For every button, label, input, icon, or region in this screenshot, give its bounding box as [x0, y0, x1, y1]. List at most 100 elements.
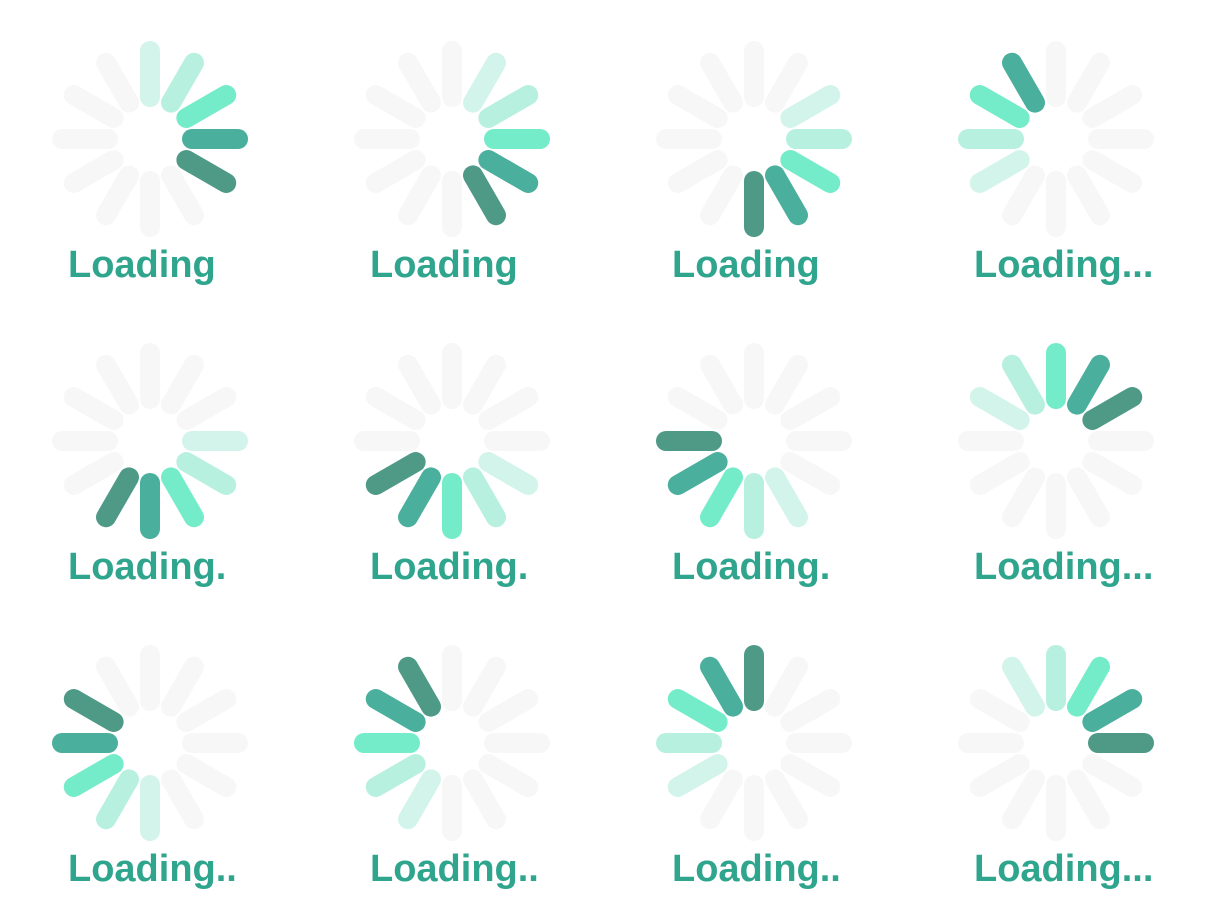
spinner-bar-active	[765, 467, 808, 528]
spinner-bar-inactive	[700, 354, 743, 415]
loading-label: Loading..	[370, 848, 539, 890]
spinner-bar-inactive	[365, 85, 426, 128]
spinner-bar-inactive	[1002, 467, 1045, 528]
spinner-bar-inactive	[1002, 769, 1045, 830]
spinner-bar-inactive	[667, 150, 728, 193]
spinner-bar-inactive	[667, 85, 728, 128]
loading-label: Loading	[672, 244, 820, 286]
loading-label: Loading.	[672, 546, 831, 588]
spinner-bar-inactive	[1082, 754, 1143, 797]
spinner-bar-inactive	[176, 754, 237, 797]
loading-label: Loading.	[68, 546, 227, 588]
loading-spinner-grid: Loading Loading Loading Loading... Loadi…	[0, 0, 1208, 906]
spinner-bar-active	[176, 150, 237, 193]
spinner-bar-inactive	[780, 689, 841, 732]
spinner-bar-active	[365, 452, 426, 495]
spinner-bar-inactive	[700, 52, 743, 113]
loading-spinner-tile: Loading	[302, 0, 604, 302]
spinner-bar-active	[463, 52, 506, 113]
spinner-bar-active	[478, 150, 539, 193]
loading-spinner-tile: Loading.	[604, 302, 906, 604]
spinner-bar-inactive	[161, 656, 204, 717]
spinner-bar-inactive	[365, 150, 426, 193]
spinner-bar-inactive	[700, 769, 743, 830]
loading-spinner-tile: Loading.	[302, 302, 604, 604]
spinner-bar-active	[176, 452, 237, 495]
spinner-bar-inactive	[161, 769, 204, 830]
spinner-bar-active	[765, 165, 808, 226]
loading-spinner-tile: Loading...	[906, 302, 1208, 604]
loading-spinner-tile: Loading...	[906, 604, 1208, 906]
spinner-bar-active	[780, 85, 841, 128]
loading-label: Loading...	[974, 244, 1154, 286]
loading-spinner-tile: Loading..	[604, 604, 906, 906]
spinner-bar-inactive	[1067, 769, 1110, 830]
spinner-bar-inactive	[96, 354, 139, 415]
spinner-bar-inactive	[765, 354, 808, 415]
spinner-bar-active	[63, 754, 124, 797]
spinner-bar-inactive	[1067, 52, 1110, 113]
loading-label: Loading...	[974, 848, 1154, 890]
spinner-bar-active	[161, 467, 204, 528]
spinner-bar-active	[667, 452, 728, 495]
spinner-bar-active	[398, 467, 441, 528]
spinner-bar-active	[96, 769, 139, 830]
loading-spinner-tile: Loading.	[0, 302, 302, 604]
spinner-bar-inactive	[1002, 165, 1045, 226]
spinner-bar-inactive	[765, 52, 808, 113]
spinner-bar-inactive	[398, 165, 441, 226]
loading-label: Loading..	[672, 848, 841, 890]
spinner-bar-active	[1002, 52, 1045, 113]
spinner-bar-inactive	[478, 754, 539, 797]
spinner-bar-active	[1082, 689, 1143, 732]
spinner-bar-active	[365, 754, 426, 797]
spinner-bar-inactive	[780, 387, 841, 430]
spinner-bar-inactive	[63, 150, 124, 193]
loading-label: Loading.	[370, 546, 529, 588]
spinner-bar-active	[1067, 354, 1110, 415]
loading-spinner-tile: Loading	[604, 0, 906, 302]
spinner-bar-active	[700, 656, 743, 717]
spinner-bar-active	[463, 467, 506, 528]
spinner-bar-inactive	[96, 165, 139, 226]
spinner-bar-active	[969, 85, 1030, 128]
spinner-bar-active	[1067, 656, 1110, 717]
spinner-bar-inactive	[463, 656, 506, 717]
spinner-bar-inactive	[765, 656, 808, 717]
spinner-bar-inactive	[667, 387, 728, 430]
spinner-bar-active	[161, 52, 204, 113]
spinner-bar-active	[667, 754, 728, 797]
spinner-bar-active	[478, 452, 539, 495]
spinner-bar-inactive	[63, 452, 124, 495]
spinner-bar-inactive	[780, 754, 841, 797]
loading-label: Loading..	[68, 848, 237, 890]
spinner-bar-inactive	[969, 689, 1030, 732]
spinner-bar-inactive	[63, 387, 124, 430]
spinner-bar-active	[463, 165, 506, 226]
spinner-bar-inactive	[478, 689, 539, 732]
spinner-bar-active	[398, 769, 441, 830]
loading-label: Loading	[370, 244, 518, 286]
spinner-bar-active	[1002, 354, 1045, 415]
spinner-bar-inactive	[1082, 150, 1143, 193]
spinner-bar-inactive	[478, 387, 539, 430]
spinner-bar-active	[63, 689, 124, 732]
spinner-bar-inactive	[176, 387, 237, 430]
loading-label: Loading	[68, 244, 216, 286]
spinner-bar-inactive	[1067, 165, 1110, 226]
spinner-bar-inactive	[398, 52, 441, 113]
spinner-bar-inactive	[969, 754, 1030, 797]
spinner-bar-inactive	[176, 689, 237, 732]
spinner-bar-inactive	[63, 85, 124, 128]
spinner-bar-active	[780, 150, 841, 193]
spinner-bar-inactive	[969, 452, 1030, 495]
spinner-bar-active	[969, 150, 1030, 193]
spinner-bar-active	[700, 467, 743, 528]
spinner-bar-active	[667, 689, 728, 732]
spinner-bar-inactive	[96, 52, 139, 113]
spinner-bar-active	[365, 689, 426, 732]
spinner-bar-inactive	[96, 656, 139, 717]
spinner-bar-inactive	[161, 165, 204, 226]
spinner-bar-active	[1002, 656, 1045, 717]
spinner-bar-inactive	[1067, 467, 1110, 528]
